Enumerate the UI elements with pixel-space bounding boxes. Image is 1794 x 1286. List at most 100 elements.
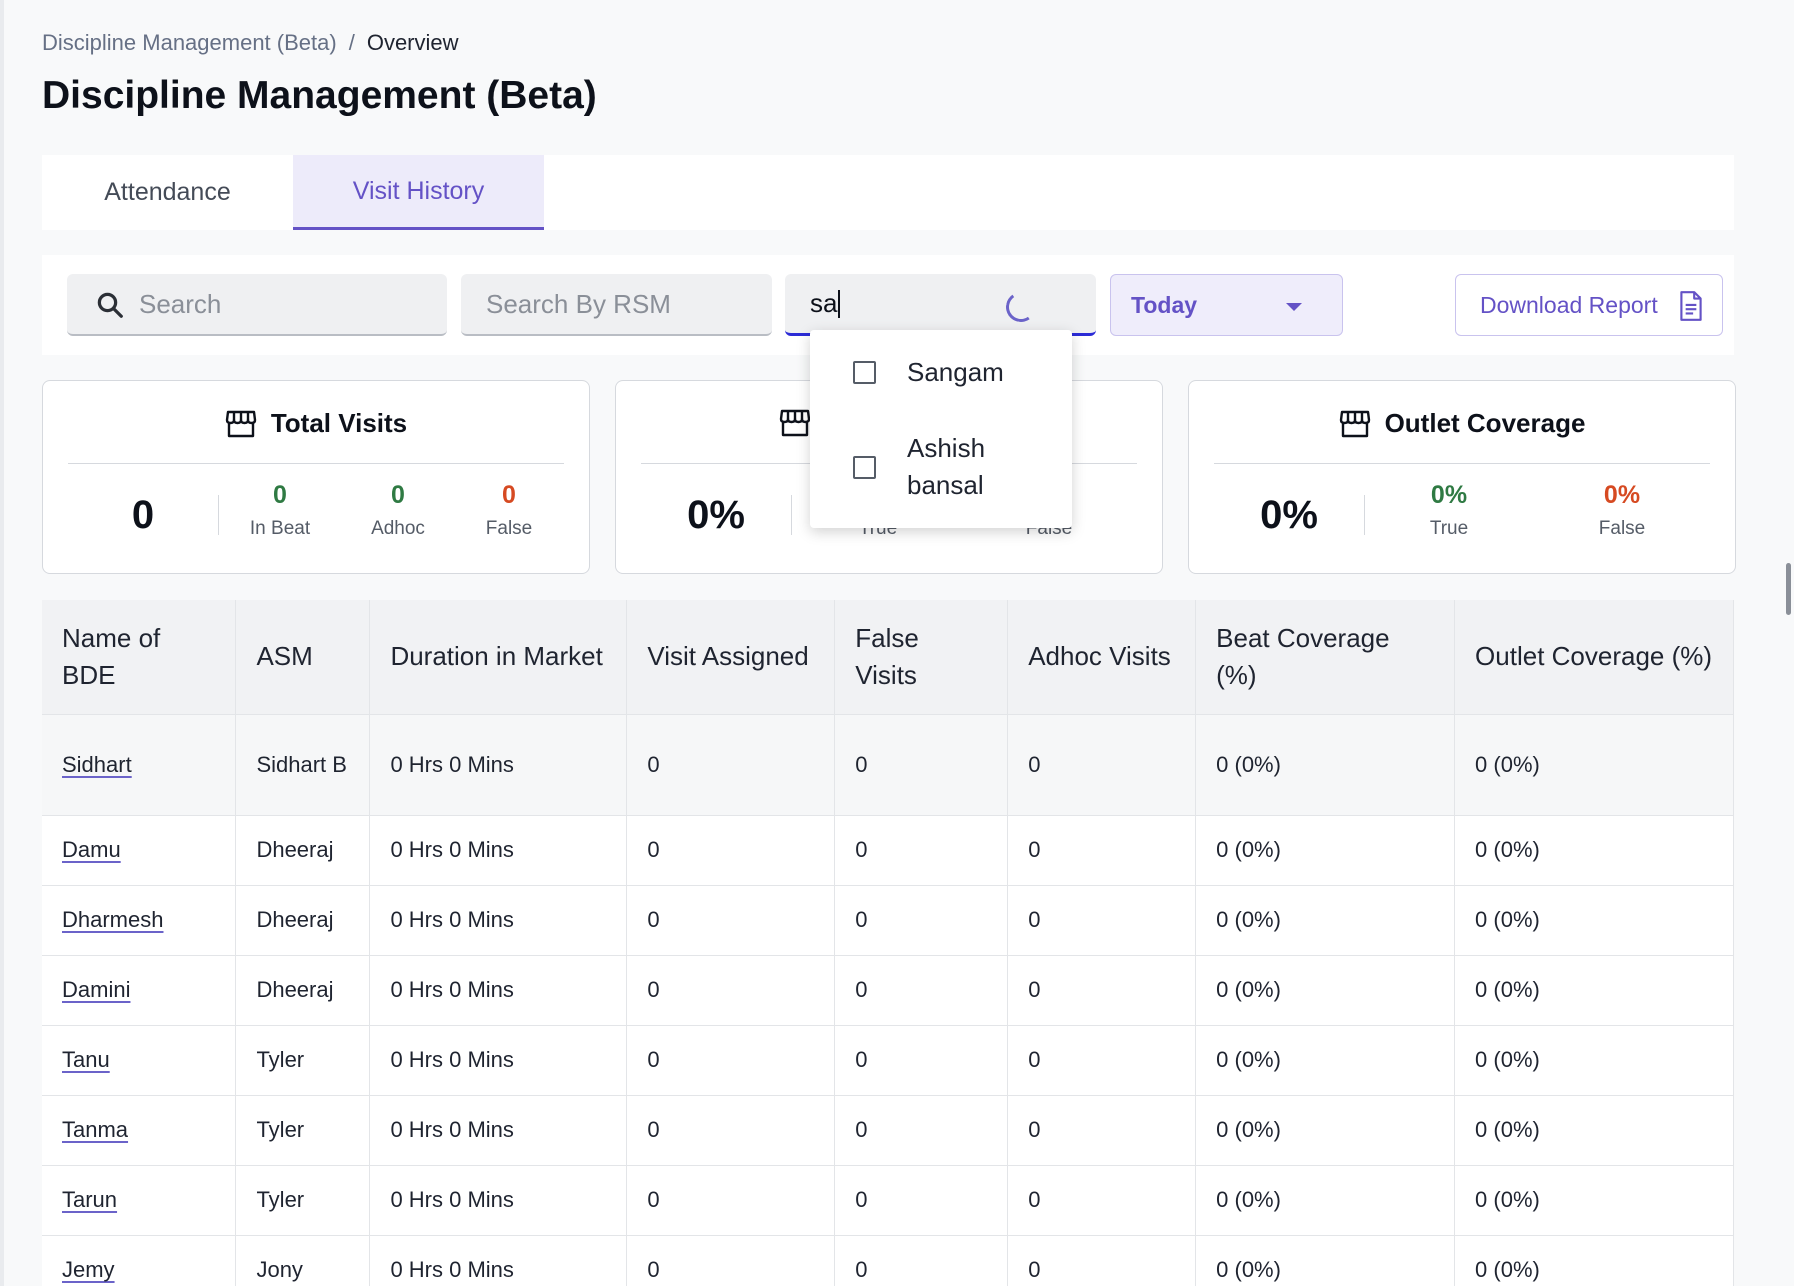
cell-text: Jony (256, 1257, 303, 1283)
page-scrollbar[interactable] (1786, 563, 1791, 615)
card-separator (1364, 495, 1365, 535)
header-label: Outlet Coverage (%) (1475, 641, 1713, 672)
cell-text: 0 (0%) (1475, 907, 1540, 932)
stat-adhoc: 0 Adhoc (348, 481, 448, 540)
table-cell-adhoc: 0 (1007, 954, 1197, 1025)
column-header[interactable]: Visit Assigned (626, 600, 836, 714)
cell-text: Tyler (256, 1117, 305, 1142)
column-header[interactable]: Beat Coverage (%) (1195, 600, 1456, 714)
cell-text: 0 (0%) (1216, 1117, 1281, 1142)
table-cell-name: Damu (42, 814, 237, 885)
cell-text: Dheeraj (256, 977, 334, 1002)
table-cell-asm: Tyler (235, 1024, 371, 1095)
asm-search-input[interactable]: sa (785, 274, 1096, 336)
table-cell-beat: 0 (0%) (1195, 1094, 1456, 1165)
card-separator (791, 495, 792, 535)
bde-name-link[interactable]: Tanma (62, 1117, 128, 1142)
column-header[interactable]: False Visits (834, 600, 1009, 714)
bde-name-link[interactable]: Sidhart (62, 752, 132, 777)
table-cell-asm: Dheeraj (235, 954, 371, 1025)
table-body: Sidhart Sidhart B 0 Hrs 0 Mins 0 0 0 0 (0%) 0 (… (42, 713, 1734, 1286)
store-icon (1339, 410, 1370, 437)
table-cell-assigned: 0 (626, 713, 836, 815)
cell-text: 0 (647, 1257, 660, 1283)
page-title: Discipline Management (Beta) (42, 74, 597, 117)
cell-text: 0 (1028, 751, 1041, 777)
cell-text: 0 (855, 1187, 868, 1212)
cell-text: 0 (647, 751, 660, 777)
card-main-value: 0% (1260, 493, 1318, 537)
chevron-down-icon (1286, 303, 1302, 311)
column-header[interactable]: Outlet Coverage (%) (1454, 600, 1734, 714)
loading-spinner-icon (1003, 289, 1039, 325)
download-report-button[interactable]: Download Report (1455, 274, 1723, 336)
table-cell-beat: 0 (0%) (1195, 954, 1456, 1025)
cell-text: 0 Hrs 0 Mins (390, 977, 514, 1002)
table-row[interactable]: Dharmesh Dheeraj 0 Hrs 0 Mins 0 0 0 0 (0%) 0 (0… (42, 884, 1734, 955)
search-icon (97, 292, 123, 318)
card-separator (218, 495, 219, 535)
table-cell-outlet: 0 (0%) (1454, 954, 1734, 1025)
rsm-search-input[interactable]: Search By RSM (461, 274, 772, 336)
dropdown-option[interactable]: Ashish bansal (810, 430, 1072, 504)
table-row[interactable]: Tarun Tyler 0 Hrs 0 Mins 0 0 0 0 (0%) 0 (0%) (42, 1164, 1734, 1235)
column-header[interactable]: Duration in Market (369, 600, 628, 714)
search-input[interactable]: Search (67, 274, 447, 336)
tab-attendance[interactable]: Attendance (42, 155, 293, 230)
bde-name-link[interactable]: Damu (62, 837, 121, 862)
cell-text: Sidhart B (256, 751, 347, 777)
bde-name-link[interactable]: Dharmesh (62, 907, 163, 932)
table-cell-name: Tarun (42, 1164, 237, 1235)
table-cell-assigned: 0 (626, 814, 836, 885)
table-cell-assigned: 0 (626, 1164, 836, 1235)
search-placeholder: Search (139, 288, 222, 319)
table-cell-assigned: 0 (626, 884, 836, 955)
cell-text: 0 (1028, 1187, 1041, 1212)
dropdown-option[interactable]: Sangam (810, 344, 1072, 400)
cell-text: 0 (855, 1257, 868, 1283)
table-cell-name: Damini (42, 954, 237, 1025)
table-row[interactable]: Sidhart Sidhart B 0 Hrs 0 Mins 0 0 0 0 (0%) 0 (… (42, 713, 1734, 815)
stat-label: In Beat (249, 518, 311, 539)
bde-name-link[interactable]: Jemy (62, 1257, 115, 1282)
cell-text: Tyler (256, 1187, 305, 1212)
cell-text: 0 Hrs 0 Mins (390, 1257, 514, 1283)
table-cell-assigned: 0 (626, 954, 836, 1025)
stat-true: 0% True (1399, 481, 1499, 540)
cell-text: 0 Hrs 0 Mins (390, 1117, 514, 1142)
table-row[interactable]: Jemy Jony 0 Hrs 0 Mins 0 0 0 0 (0%) 0 (0%) (42, 1234, 1734, 1286)
column-header[interactable]: Adhoc Visits (1007, 600, 1197, 714)
tab-visit-history[interactable]: Visit History (293, 155, 544, 230)
bde-name-link[interactable]: Damini (62, 977, 130, 1002)
header-label: ASM (256, 641, 313, 672)
cell-text: 0 Hrs 0 Mins (390, 751, 514, 777)
stat-value: 0 (502, 481, 516, 509)
date-range-value: Today (1131, 291, 1198, 318)
breadcrumb: Discipline Management (Beta) / Overview (42, 30, 459, 56)
cell-text: 0 (0%) (1216, 751, 1281, 777)
table-row[interactable]: Tanu Tyler 0 Hrs 0 Mins 0 0 0 0 (0%) 0 (0%) (42, 1024, 1734, 1095)
column-header[interactable]: Name of BDE (42, 600, 237, 714)
cell-text: 0 (647, 1117, 660, 1142)
breadcrumb-parent[interactable]: Discipline Management (Beta) (42, 30, 337, 56)
column-header[interactable]: ASM (235, 600, 371, 714)
table-row[interactable]: Tanma Tyler 0 Hrs 0 Mins 0 0 0 0 (0%) 0 (0%) (42, 1094, 1734, 1165)
checkbox-icon[interactable] (853, 360, 876, 384)
table-cell-name: Sidhart (42, 713, 237, 815)
option-label: Sangam (907, 356, 1004, 387)
cell-text: 0 (0%) (1475, 837, 1540, 862)
sidebar-edge (0, 0, 4, 1286)
table-cell-outlet: 0 (0%) (1454, 884, 1734, 955)
cell-text: 0 (855, 837, 868, 862)
bde-name-link[interactable]: Tarun (62, 1187, 117, 1212)
cell-text: 0 (647, 977, 660, 1002)
table-cell-false-visits: 0 (834, 713, 1009, 815)
table-row[interactable]: Damu Dheeraj 0 Hrs 0 Mins 0 0 0 0 (0%) 0 (0%) (42, 814, 1734, 885)
bde-name-link[interactable]: Tanu (62, 1047, 110, 1072)
text-caret (838, 289, 841, 318)
checkbox-icon[interactable] (853, 455, 876, 479)
cell-text: 0 (0%) (1216, 1187, 1281, 1212)
date-range-select[interactable]: Today (1110, 274, 1343, 336)
stat-value: 0 (273, 481, 287, 509)
table-row[interactable]: Damini Dheeraj 0 Hrs 0 Mins 0 0 0 0 (0%) 0 (0%) (42, 954, 1734, 1025)
